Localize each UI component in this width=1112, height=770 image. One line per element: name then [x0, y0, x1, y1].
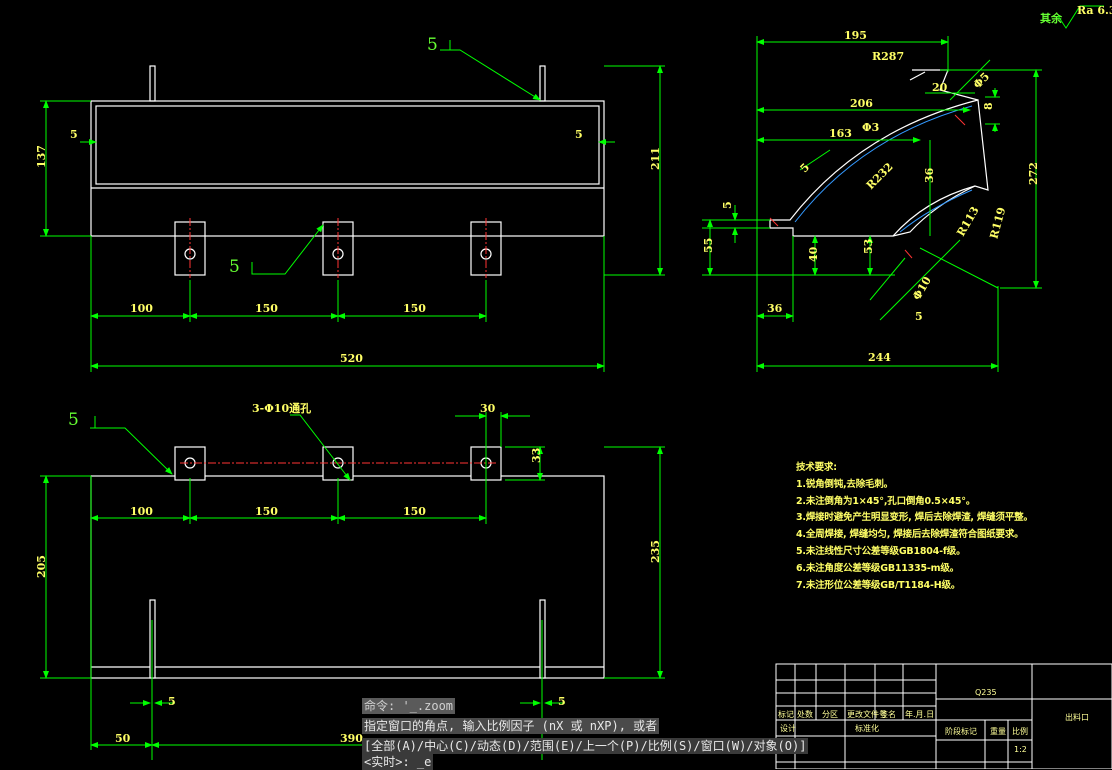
svg-text:5: 5 — [70, 128, 78, 141]
svg-text:标准化: 标准化 — [855, 723, 879, 733]
svg-text:50: 50 — [115, 732, 131, 745]
technical-notes-title: 技术要求: — [796, 462, 837, 473]
svg-text:36: 36 — [923, 167, 936, 183]
svg-text:30: 30 — [480, 402, 496, 415]
svg-text:Ra 6.3: Ra 6.3 — [1077, 4, 1112, 17]
svg-text:150: 150 — [255, 302, 278, 315]
front-inner-panel — [95, 105, 600, 185]
roughness-symbol: 其余 Ra 6.3 — [1040, 4, 1112, 29]
front-outer-frame — [90, 100, 605, 237]
svg-text:36: 36 — [767, 302, 783, 315]
svg-text:分区: 分区 — [822, 710, 838, 719]
svg-text:150: 150 — [255, 505, 278, 518]
svg-text:163: 163 — [829, 127, 852, 140]
command-input-line[interactable]: <实时>: _e — [362, 754, 434, 770]
svg-text:53: 53 — [862, 239, 875, 254]
svg-text:195: 195 — [844, 29, 867, 42]
technical-note-4: 4.全周焊接, 焊缝均匀, 焊接后去除焊渣符合图纸要求。 — [796, 529, 1024, 541]
svg-text:390: 390 — [340, 732, 363, 745]
svg-text:签名: 签名 — [880, 709, 896, 719]
svg-text:设计: 设计 — [780, 723, 796, 733]
technical-notes: 技术要求: 1.锐角倒钝,去除毛刺。 2.未注倒角为1×45°,孔口倒角0.5×… — [796, 460, 1033, 594]
svg-text:5: 5 — [168, 695, 176, 708]
front-tab-right — [539, 65, 546, 102]
svg-text:100: 100 — [130, 505, 153, 518]
svg-text:205: 205 — [35, 555, 48, 578]
svg-text:标记: 标记 — [778, 709, 794, 719]
svg-text:5: 5 — [427, 35, 438, 55]
svg-text:比例: 比例 — [1012, 726, 1028, 736]
svg-text:272: 272 — [1027, 162, 1040, 185]
svg-text:5: 5 — [798, 161, 813, 176]
svg-text:33: 33 — [530, 448, 543, 463]
svg-text:5: 5 — [575, 128, 583, 141]
svg-text:137: 137 — [35, 145, 48, 168]
top-view — [90, 446, 605, 679]
technical-note-6: 6.未注角度公差等级GB11335-m级。 — [796, 562, 959, 574]
svg-text:Q235: Q235 — [975, 688, 997, 697]
technical-note-5: 5.未注线性尺寸公差等级GB1804-f级。 — [796, 545, 966, 557]
svg-text:Φ10: Φ10 — [910, 274, 934, 302]
front-tab-left — [149, 65, 156, 102]
svg-text:出料口: 出料口 — [1065, 712, 1089, 722]
svg-text:520: 520 — [340, 352, 363, 365]
svg-text:5: 5 — [68, 410, 79, 430]
side-dimensions — [702, 36, 1042, 372]
svg-text:R113: R113 — [954, 204, 981, 238]
svg-text:R287: R287 — [872, 50, 904, 63]
technical-note-3: 3.焊接时避免产生明显变形, 焊后去除焊渣, 焊缝须平整。 — [796, 512, 1033, 524]
svg-text:40: 40 — [807, 246, 820, 262]
svg-text:3-Φ10通孔: 3-Φ10通孔 — [252, 402, 311, 415]
svg-text:1:2: 1:2 — [1014, 745, 1027, 754]
svg-text:阶段标记: 阶段标记 — [945, 726, 977, 736]
svg-text:处数: 处数 — [797, 709, 813, 719]
svg-text:8: 8 — [982, 102, 995, 110]
technical-note-1: 1.锐角倒钝,去除毛刺。 — [796, 478, 893, 490]
technical-note-7: 7.未注形位公差等级GB/T1184-H级。 — [796, 579, 961, 591]
svg-text:重量: 重量 — [990, 726, 1006, 736]
svg-text:211: 211 — [649, 147, 662, 170]
svg-text:150: 150 — [403, 302, 426, 315]
svg-text:Φ5: Φ5 — [971, 70, 992, 91]
svg-text:5: 5 — [915, 310, 923, 323]
svg-text:235: 235 — [649, 540, 662, 563]
svg-text:150: 150 — [403, 505, 426, 518]
svg-text:5: 5 — [558, 695, 566, 708]
technical-note-2: 2.未注倒角为1×45°,孔口倒角0.5×45°。 — [796, 495, 976, 507]
svg-text:20: 20 — [932, 81, 948, 94]
svg-text:244: 244 — [868, 351, 891, 364]
front-view — [90, 65, 605, 276]
svg-text:206: 206 — [850, 97, 873, 110]
command-history-line-2: 指定窗口的角点, 输入比例因子 (nX 或 nXP), 或者 — [362, 718, 660, 734]
svg-text:R232: R232 — [864, 160, 896, 192]
svg-text:55: 55 — [702, 238, 715, 253]
svg-text:5: 5 — [721, 201, 734, 209]
command-history-line-1: 命令: '_.zoom — [362, 698, 456, 714]
top-outer-frame — [90, 475, 605, 679]
svg-text:5: 5 — [229, 257, 240, 277]
cad-drawing-canvas[interactable]: 137 211 5 5 100 150 150 520 5 5 205 235 … — [0, 0, 1112, 769]
svg-text:年.月.日: 年.月.日 — [905, 709, 934, 719]
front-dimensions — [40, 40, 665, 372]
svg-text:R119: R119 — [988, 206, 1009, 240]
command-options-line[interactable]: [全部(A)/中心(C)/动态(D)/范围(E)/上一个(P)/比例(S)/窗口… — [362, 738, 809, 754]
svg-text:100: 100 — [130, 302, 153, 315]
side-dimension-text: 195 R287 20 Φ5 8 206 Φ3 163 5 R232 36 27… — [702, 29, 1040, 364]
svg-text:Φ3: Φ3 — [862, 121, 879, 134]
title-block-text: 标记 处数 分区 更改文件号 签名 年.月.日 设计 标准化 阶段标记 重量 比… — [778, 688, 1089, 754]
